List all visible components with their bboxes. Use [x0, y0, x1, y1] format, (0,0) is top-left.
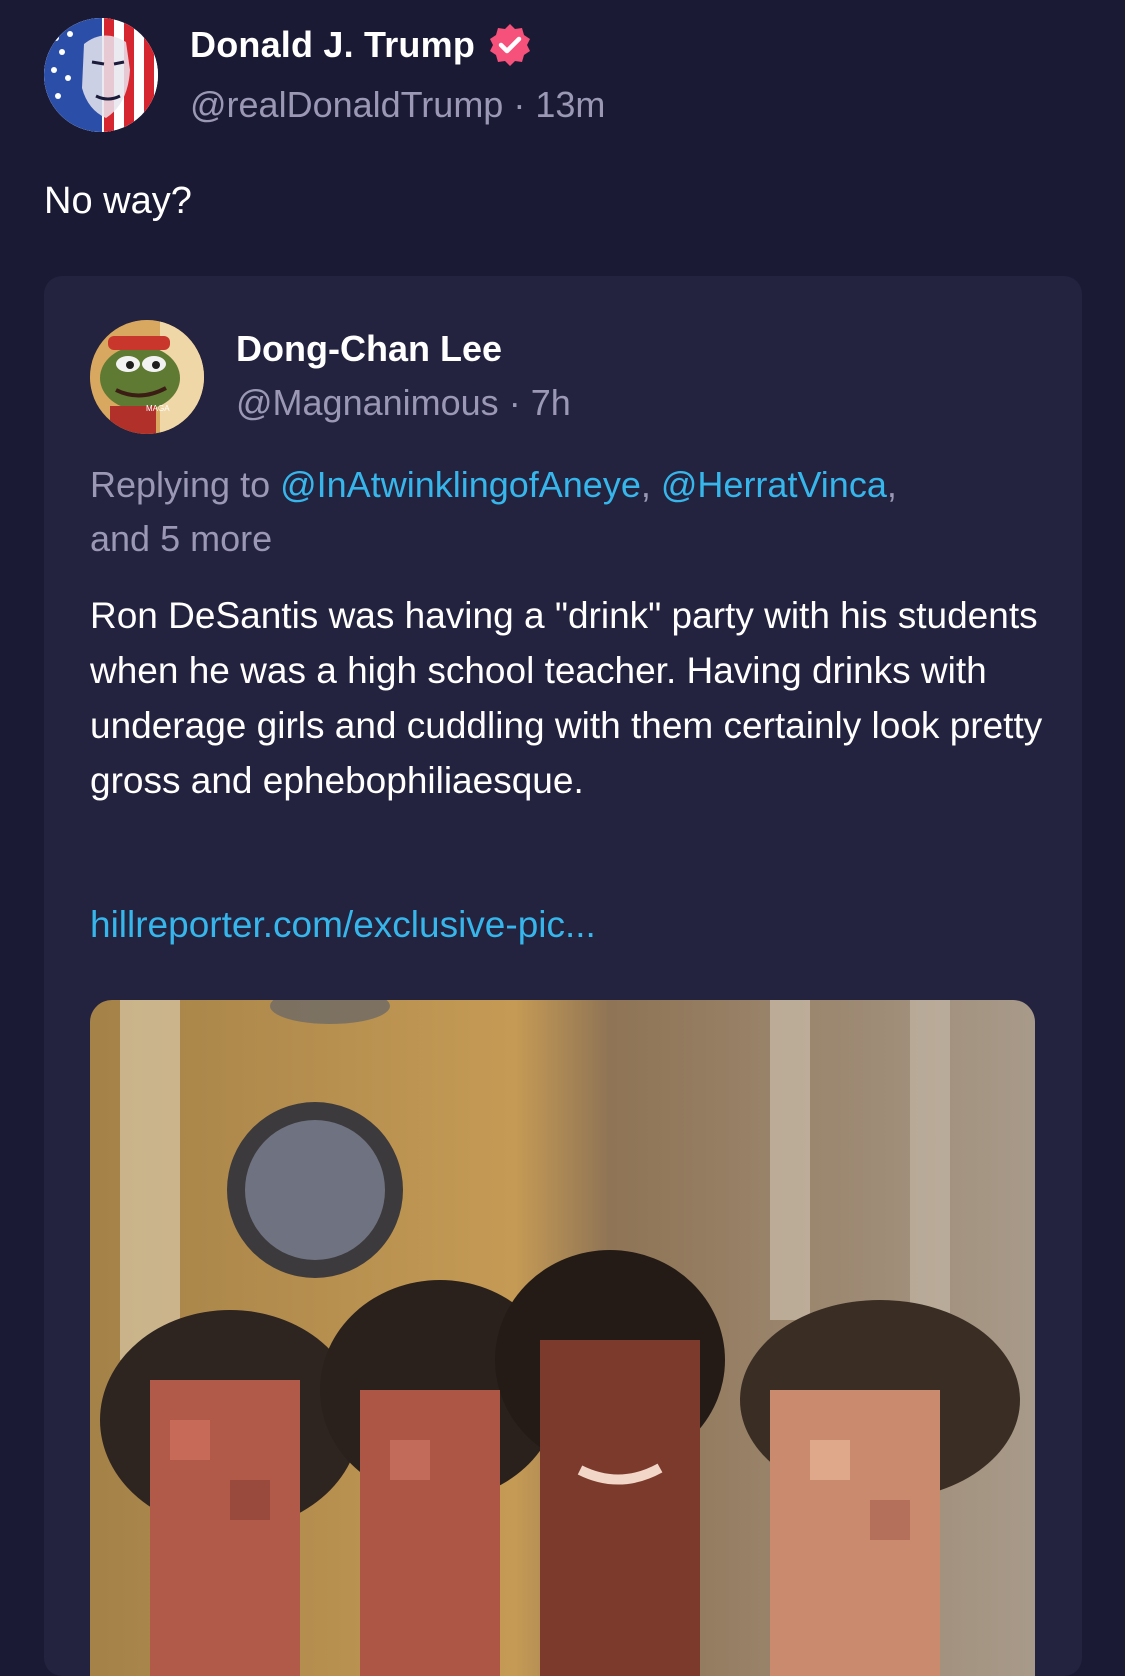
author-handle[interactable]: @realDonaldTrump	[190, 84, 503, 125]
quote-author-meta: @Magnanimous · 7h	[236, 382, 571, 424]
mention-link[interactable]: @InAtwinklingofAneye	[280, 464, 641, 505]
replying-prefix: Replying to	[90, 464, 281, 505]
meta-separator: ·	[508, 382, 521, 423]
attached-photo[interactable]	[90, 1000, 1035, 1676]
quote-author-handle[interactable]: @Magnanimous	[236, 382, 499, 423]
author-meta: @realDonaldTrump · 13m	[190, 84, 605, 126]
party-photo-image	[90, 1000, 1035, 1676]
verified-badge-icon	[487, 22, 533, 68]
frog-avatar-image	[90, 320, 204, 434]
post-time[interactable]: 13m	[535, 84, 605, 125]
avatar-badge-text: MAGA	[146, 404, 170, 413]
quoted-post-card[interactable]: MAGA Dong-Chan Lee @Magnanimous · 7h Rep…	[44, 276, 1082, 1676]
quote-author-name[interactable]: Dong-Chan Lee	[236, 328, 502, 370]
mention-separator: ,	[640, 464, 661, 505]
post-container: Donald J. Trump @realDonaldTrump · 13m N…	[0, 0, 1125, 1676]
author-avatar[interactable]	[44, 18, 158, 132]
author-name-text[interactable]: Donald J. Trump	[190, 24, 475, 66]
flag-portrait-avatar-image	[44, 18, 158, 132]
more-mentions[interactable]: and 5 more	[90, 518, 272, 559]
external-link[interactable]: hillreporter.com/exclusive-pic...	[90, 904, 596, 946]
post-text: No way?	[44, 180, 192, 222]
replying-to-line: Replying to @InAtwinklingofAneye, @Herra…	[90, 458, 1050, 566]
quote-text: Ron DeSantis was having a "drink" party …	[90, 595, 1043, 801]
quote-author-avatar[interactable]: MAGA	[90, 320, 204, 434]
author-name[interactable]: Donald J. Trump	[190, 22, 533, 68]
mention-link[interactable]: @HerratVinca	[661, 464, 887, 505]
quote-post-time[interactable]: 7h	[531, 382, 571, 423]
mention-separator: ,	[886, 464, 897, 505]
meta-separator: ·	[513, 84, 526, 125]
